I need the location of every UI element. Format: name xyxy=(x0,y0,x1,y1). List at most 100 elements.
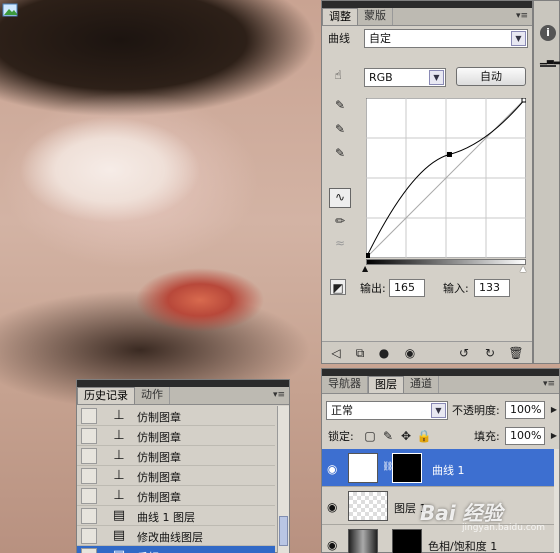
curve-point-tool-icon[interactable]: ∿ xyxy=(329,188,351,208)
list-item[interactable]: ▤ 修改曲线图层 xyxy=(77,526,275,546)
tab-channels[interactable]: 通道 xyxy=(404,376,439,393)
tab-history[interactable]: 历史记录 xyxy=(77,387,135,404)
input-field[interactable]: 133 xyxy=(474,279,510,297)
snapshot-checkbox[interactable] xyxy=(81,488,97,504)
snapshot-checkbox[interactable] xyxy=(81,508,97,524)
tab-actions[interactable]: 动作 xyxy=(135,387,170,404)
panel-menu-icon[interactable]: ▾≡ xyxy=(543,379,555,389)
curve-graph[interactable] xyxy=(366,98,526,258)
pencil-draw-icon[interactable]: ✏ xyxy=(332,213,348,229)
snapshot-checkbox[interactable] xyxy=(81,548,97,553)
snapshot-checkbox[interactable] xyxy=(81,468,97,484)
smooth-curve-icon[interactable]: ≈ xyxy=(332,235,348,251)
history-item-label: 仿制图章 xyxy=(137,471,181,484)
history-tabs: 历史记录 动作 ▾≡ xyxy=(77,387,289,405)
stamp-icon: ⊥ xyxy=(113,468,125,483)
tab-adjustments[interactable]: 调整 xyxy=(322,8,358,25)
lock-pixels-icon[interactable]: ✎ xyxy=(380,428,396,444)
history-list: ⊥ 仿制图章 ⊥ 仿制图章 ⊥ 仿制图章 ⊥ 仿制图章 ⊥ 仿制图章 ▤ 曲线 1 图层 ▤… xyxy=(77,406,277,553)
opacity-label: 不透明度: xyxy=(452,404,500,417)
eye-icon[interactable]: ◉ xyxy=(327,462,337,476)
layer-mask-thumbnail xyxy=(392,529,422,553)
layer-row[interactable]: ◉ ⛓ 曲线 1 xyxy=(322,449,556,487)
watermark-logo: Bai 经验 xyxy=(420,497,503,526)
curve-control-point[interactable] xyxy=(446,151,452,157)
output-label: 输出: xyxy=(360,282,386,295)
panel-grip[interactable] xyxy=(77,380,289,387)
panel-grip[interactable] xyxy=(322,1,532,8)
snapshot-checkbox[interactable] xyxy=(81,528,97,544)
curves-adjustment-icon xyxy=(348,453,378,483)
adjustments-footer: ◁ ⧉ ● ◉ ↺ ↻ 🗑 xyxy=(322,341,532,363)
opacity-slider-arrow-icon[interactable]: ▶ xyxy=(546,402,560,418)
fill-slider-arrow-icon[interactable]: ▶ xyxy=(546,428,560,444)
preset-value: 自定 xyxy=(369,32,391,45)
list-item[interactable]: ⊥ 仿制图章 xyxy=(77,446,275,466)
previous-state-icon[interactable]: ↺ xyxy=(456,345,472,361)
trash-icon[interactable]: 🗑 xyxy=(508,345,524,361)
clipping-warning-icon[interactable]: ◩ xyxy=(330,279,346,295)
input-label: 输入: xyxy=(443,282,469,295)
layer-thumbnail xyxy=(348,491,388,521)
stamp-icon: ⊥ xyxy=(113,448,125,463)
output-field[interactable]: 165 xyxy=(389,279,425,297)
snapshot-checkbox[interactable] xyxy=(81,448,97,464)
layers-tabs: 导航器 图层 通道 ▾≡ xyxy=(322,376,559,394)
preset-select[interactable]: 自定 ▼ xyxy=(364,29,528,48)
blend-mode-value: 正常 xyxy=(331,404,353,417)
black-slider-icon[interactable]: ▲ xyxy=(362,264,368,273)
list-item[interactable]: ▤ 曲线 1 图层 xyxy=(77,506,275,526)
back-arrow-icon[interactable]: ◁ xyxy=(328,345,344,361)
scrollbar-thumb[interactable] xyxy=(279,516,288,546)
list-item[interactable]: ⊥ 仿制图章 xyxy=(77,466,275,486)
lock-transparency-icon[interactable]: ▢ xyxy=(362,428,378,444)
layers-scrollbar[interactable] xyxy=(554,449,559,553)
tab-masks[interactable]: 蒙版 xyxy=(358,8,393,25)
info-icon[interactable]: i xyxy=(540,25,556,41)
opacity-field[interactable]: 100% xyxy=(505,401,545,419)
hue-saturation-adjustment-icon xyxy=(348,529,378,553)
snapshot-checkbox[interactable] xyxy=(81,408,97,424)
blend-mode-select[interactable]: 正常 ▼ xyxy=(326,401,448,420)
curve-endpoint-black[interactable] xyxy=(366,253,370,258)
side-dock: i ▁▃▂ xyxy=(533,0,560,364)
list-item[interactable]: ⊥ 仿制图章 xyxy=(77,406,275,426)
view-previous-icon[interactable]: ◉ xyxy=(402,345,418,361)
channel-select[interactable]: RGB ▼ xyxy=(364,68,446,87)
panel-menu-icon[interactable]: ▾≡ xyxy=(516,11,528,21)
black-eyedropper-icon[interactable]: ✎ xyxy=(332,97,348,113)
histogram-icon[interactable]: ▁▃▂ xyxy=(540,55,560,67)
lock-all-icon[interactable]: 🔒 xyxy=(416,428,432,444)
watermark-url: jingyan.baidu.com xyxy=(462,523,546,533)
visibility-toggle-icon[interactable]: ● xyxy=(376,345,392,361)
channel-value: RGB xyxy=(369,71,393,84)
white-slider-icon[interactable]: ▲ xyxy=(520,264,526,273)
stamp-icon: ⊥ xyxy=(113,428,125,443)
auto-button[interactable]: 自动 xyxy=(456,67,526,86)
panel-menu-icon[interactable]: ▾≡ xyxy=(273,390,285,400)
panel-grip[interactable] xyxy=(322,369,559,376)
chevron-down-icon: ▼ xyxy=(511,31,526,46)
list-item[interactable]: ⊥ 仿制图章 xyxy=(77,426,275,446)
tab-layers[interactable]: 图层 xyxy=(368,376,404,393)
fill-field[interactable]: 100% xyxy=(505,427,545,445)
eye-icon[interactable]: ◉ xyxy=(327,500,337,514)
snapshot-checkbox[interactable] xyxy=(81,428,97,444)
document-icon: ▤ xyxy=(111,548,127,553)
hand-adjust-icon[interactable]: ☝ xyxy=(330,67,346,83)
eye-icon[interactable]: ◉ xyxy=(327,538,337,552)
history-item-label: 反相 xyxy=(137,549,159,553)
list-item[interactable]: ▤ 反相 xyxy=(77,546,275,553)
curve-endpoint-white[interactable] xyxy=(521,98,526,103)
white-eyedropper-icon[interactable]: ✎ xyxy=(332,145,348,161)
chevron-down-icon: ▼ xyxy=(431,403,446,418)
list-item[interactable]: ⊥ 仿制图章 xyxy=(77,486,275,506)
clip-layer-icon[interactable]: ⧉ xyxy=(352,345,368,361)
tab-navigator[interactable]: 导航器 xyxy=(322,376,368,393)
history-item-label: 仿制图章 xyxy=(137,491,181,504)
reset-icon[interactable]: ↻ xyxy=(482,345,498,361)
gray-eyedropper-icon[interactable]: ✎ xyxy=(332,121,348,137)
history-scrollbar[interactable] xyxy=(277,406,289,553)
lock-position-icon[interactable]: ✥ xyxy=(398,428,414,444)
layer-mask-thumbnail xyxy=(392,453,422,483)
